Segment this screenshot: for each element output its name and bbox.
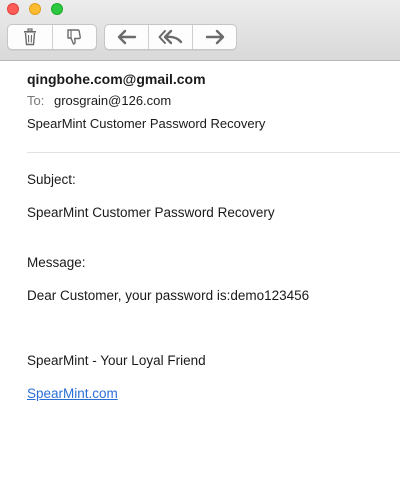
delete-junk-button-group bbox=[7, 24, 97, 50]
minimize-window-button[interactable] bbox=[29, 3, 41, 15]
zoom-window-button[interactable] bbox=[51, 3, 63, 15]
signature: SpearMint - Your Loyal Friend bbox=[27, 353, 206, 368]
body-message-label: Message: bbox=[27, 255, 86, 270]
recipient-address[interactable]: grosgrain@126.com bbox=[54, 93, 171, 108]
to-label: To: bbox=[27, 93, 45, 108]
close-window-button[interactable] bbox=[7, 3, 19, 15]
junk-icon bbox=[67, 29, 82, 45]
recipient-line: To: grosgrain@126.com bbox=[27, 90, 400, 112]
website-link[interactable]: SpearMint.com bbox=[27, 386, 118, 401]
message-subject: SpearMint Customer Password Recovery bbox=[27, 116, 266, 131]
forward-icon bbox=[205, 29, 224, 45]
window-titlebar bbox=[0, 0, 400, 61]
reply-all-icon bbox=[158, 29, 182, 45]
reply-all-button[interactable] bbox=[149, 25, 193, 49]
message-header: qingbohe.com@gmail.com To: grosgrain@126… bbox=[27, 68, 400, 136]
trash-icon bbox=[23, 28, 36, 46]
body-subject-value: SpearMint Customer Password Recovery bbox=[27, 205, 275, 220]
reply-icon bbox=[117, 29, 136, 45]
junk-button[interactable] bbox=[53, 25, 97, 49]
body-subject-label: Subject: bbox=[27, 172, 76, 187]
header-divider bbox=[27, 152, 400, 153]
delete-button[interactable] bbox=[8, 25, 53, 49]
sender-address: qingbohe.com@gmail.com bbox=[27, 71, 206, 87]
reply-button[interactable] bbox=[105, 25, 149, 49]
reply-forward-button-group bbox=[104, 24, 237, 50]
forward-button[interactable] bbox=[193, 25, 236, 49]
body-message-value: Dear Customer, your password is:demo1234… bbox=[27, 288, 310, 303]
